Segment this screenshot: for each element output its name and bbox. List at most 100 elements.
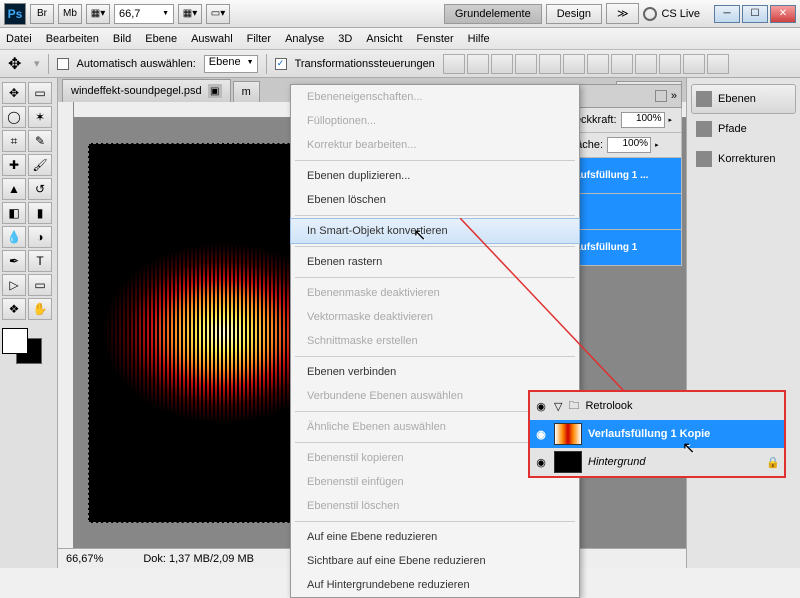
menu-bild[interactable]: Bild	[113, 33, 131, 45]
foreground-color-swatch[interactable]	[2, 328, 28, 354]
transform-controls-checkbox[interactable]: ✓	[275, 58, 287, 70]
chevron-right-icon[interactable]: »	[671, 90, 677, 102]
layers-panel-header[interactable]: »	[562, 84, 682, 108]
ctx-item[interactable]: Ebenen löschen	[291, 188, 579, 212]
menu-hilfe[interactable]: Hilfe	[468, 33, 490, 45]
layer-row-background[interactable]: ◉ Hintergrund 🔒	[530, 448, 784, 476]
view-rulers-button[interactable]: ▦▾	[86, 4, 110, 24]
layer-name[interactable]: Hintergrund	[588, 456, 645, 468]
layer-item[interactable]: ·laufsfüllung 1 ...	[562, 158, 682, 194]
history-brush-tool[interactable]: ↺	[28, 178, 52, 200]
ctx-item[interactable]: Ebenen duplizieren...	[291, 164, 579, 188]
ctx-item[interactable]: Auf eine Ebene reduzieren	[291, 525, 579, 549]
stamp-tool[interactable]: ▲	[2, 178, 26, 200]
distribute-icon[interactable]	[683, 54, 705, 74]
panel-ebenen[interactable]: Ebenen	[691, 84, 796, 114]
ctx-item[interactable]: Sichtbare auf eine Ebene reduzieren	[291, 549, 579, 573]
eraser-tool[interactable]: ◧	[2, 202, 26, 224]
hand-tool[interactable]: ✋	[28, 298, 52, 320]
opacity-value[interactable]: 100%	[621, 112, 665, 128]
panel-label: Pfade	[718, 123, 747, 135]
menu-filter[interactable]: Filter	[247, 33, 271, 45]
align-icon[interactable]	[491, 54, 513, 74]
screen-mode-button[interactable]: ▭▾	[206, 4, 230, 24]
panel-pfade[interactable]: Pfade	[691, 114, 796, 144]
panel-korrekturen[interactable]: Korrekturen	[691, 144, 796, 174]
workspace-design[interactable]: Design	[546, 4, 602, 24]
vertical-ruler[interactable]	[58, 102, 74, 548]
distribute-icon[interactable]	[659, 54, 681, 74]
menu-fenster[interactable]: Fenster	[416, 33, 453, 45]
gradient-tool[interactable]: ▮	[28, 202, 52, 224]
tab-title: m	[242, 86, 251, 98]
bridge-button[interactable]: Br	[30, 4, 54, 24]
brush-tool[interactable]: 🖌	[28, 154, 52, 176]
options-bar: ▾ Automatisch auswählen: Ebene ✓ Transfo…	[0, 50, 800, 78]
menu-datei[interactable]: Datei	[6, 33, 32, 45]
fill-value[interactable]: 100%	[607, 137, 651, 153]
menu-auswahl[interactable]: Auswahl	[191, 33, 233, 45]
shape-tool[interactable]: ▭	[28, 274, 52, 296]
blur-tool[interactable]: 💧	[2, 226, 26, 248]
menu-bearbeiten[interactable]: Bearbeiten	[46, 33, 99, 45]
transform-controls-label: Transformationssteuerungen	[295, 58, 435, 70]
workspace-essentials[interactable]: Grundelemente	[444, 4, 542, 24]
heal-tool[interactable]: ✚	[2, 154, 26, 176]
ctx-item[interactable]: Auf Hintergrundebene reduzieren	[291, 573, 579, 597]
distribute-icon[interactable]	[635, 54, 657, 74]
color-swatches[interactable]	[2, 328, 46, 364]
align-icon[interactable]	[515, 54, 537, 74]
layer-thumbnail[interactable]	[554, 423, 582, 445]
cslive-button[interactable]: CS Live	[661, 8, 700, 20]
wand-tool[interactable]: ✶	[28, 106, 52, 128]
document-tab[interactable]: windeffekt-soundpegel.psd ▣	[62, 79, 231, 102]
align-icon[interactable]	[563, 54, 585, 74]
close-button[interactable]: ✕	[770, 5, 796, 23]
document-tab[interactable]: m	[233, 81, 260, 102]
menu-ansicht[interactable]: Ansicht	[366, 33, 402, 45]
3d-tool[interactable]: ❖	[2, 298, 26, 320]
layer-row-group[interactable]: ◉ ▽ 🗀 Retrolook	[530, 392, 784, 420]
type-tool[interactable]: T	[28, 250, 52, 272]
autoselect-checkbox[interactable]	[57, 58, 69, 70]
app-logo: Ps	[4, 3, 26, 25]
close-tab-icon[interactable]: ▣	[208, 84, 222, 98]
title-bar: Ps Br Mb ▦▾ 66,7 ▦▾ ▭▾ Grundelemente Des…	[0, 0, 800, 28]
arrange-button[interactable]: ▦▾	[178, 4, 202, 24]
dodge-tool[interactable]: ◑	[28, 226, 52, 248]
status-docsize[interactable]: Dok: 1,37 MB/2,09 MB	[143, 553, 254, 565]
layer-row-selected[interactable]: ◉ Verlaufsfüllung 1 Kopie	[530, 420, 784, 448]
align-icon[interactable]	[467, 54, 489, 74]
move-tool[interactable]: ✥	[2, 82, 26, 104]
distribute-icon[interactable]	[611, 54, 633, 74]
align-icon[interactable]	[443, 54, 465, 74]
folder-collapse-icon[interactable]: ▽	[554, 400, 562, 413]
status-zoom[interactable]: 66,67%	[66, 553, 103, 565]
crop-tool[interactable]: ⌗	[2, 130, 26, 152]
workspace-more[interactable]: ≫	[606, 3, 640, 24]
eyedropper-tool[interactable]: ✎	[28, 130, 52, 152]
align-icon[interactable]	[539, 54, 561, 74]
panel-menu-icon[interactable]	[655, 90, 667, 102]
layer-name[interactable]: Retrolook	[585, 400, 632, 412]
menu-ebene[interactable]: Ebene	[145, 33, 177, 45]
zoom-dropdown[interactable]: 66,7	[114, 4, 174, 24]
menu-analyse[interactable]: Analyse	[285, 33, 324, 45]
minimize-button[interactable]: ─	[714, 5, 740, 23]
layer-thumbnail[interactable]	[554, 451, 582, 473]
visibility-icon[interactable]: ◉	[534, 456, 548, 469]
minibridge-button[interactable]: Mb	[58, 4, 82, 24]
maximize-button[interactable]: ☐	[742, 5, 768, 23]
visibility-icon[interactable]: ◉	[534, 400, 548, 413]
pen-tool[interactable]: ✒	[2, 250, 26, 272]
autoselect-target-dropdown[interactable]: Ebene	[204, 55, 258, 73]
distribute-icon[interactable]	[587, 54, 609, 74]
menu-3d[interactable]: 3D	[338, 33, 352, 45]
lasso-tool[interactable]: ◯	[2, 106, 26, 128]
visibility-icon[interactable]: ◉	[534, 428, 548, 441]
annotation-line	[460, 218, 660, 418]
distribute-icon[interactable]	[707, 54, 729, 74]
path-select-tool[interactable]: ▷	[2, 274, 26, 296]
layer-name[interactable]: Verlaufsfüllung 1 Kopie	[588, 428, 710, 440]
marquee-tool[interactable]: ▭	[28, 82, 52, 104]
